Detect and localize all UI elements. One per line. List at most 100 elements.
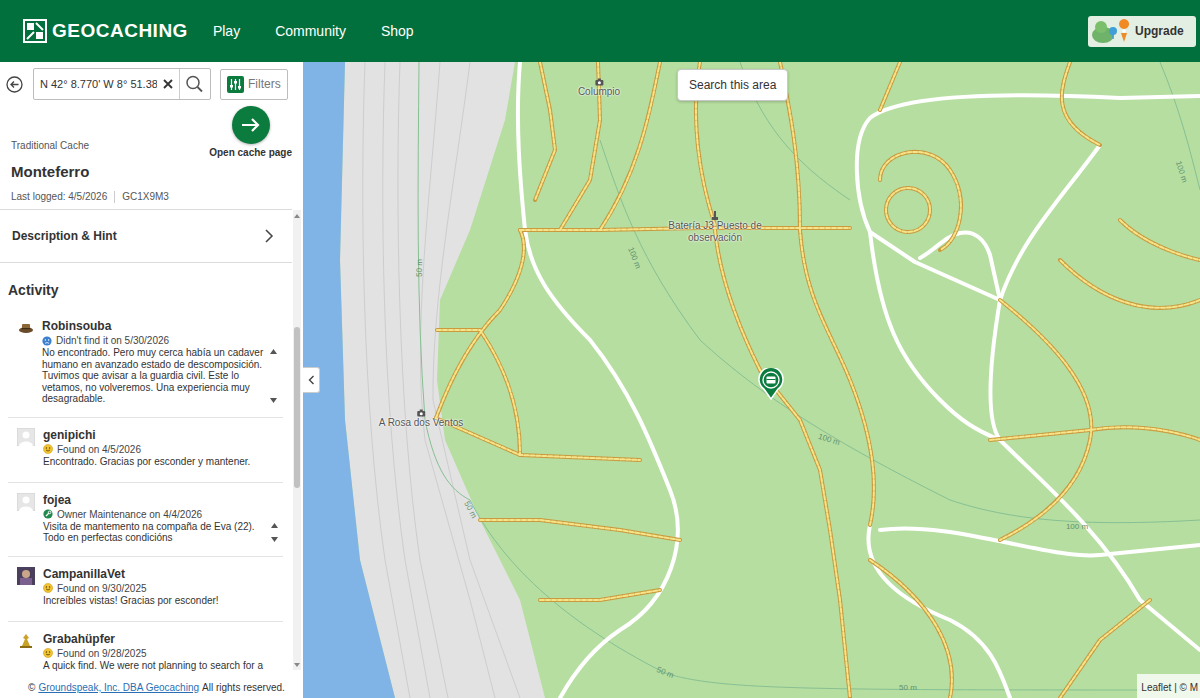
log-entry: Grabahüpfer Found on 9/28/2025 A quick f… — [8, 622, 283, 677]
logo[interactable]: GEOCACHING — [23, 19, 188, 43]
log-text: No encontrado. Pero muy cerca había un c… — [42, 347, 264, 405]
log-type: Found on 9/30/2025 — [57, 582, 147, 595]
map-attribution: Leaflet | © M — [1137, 674, 1200, 698]
scroll-up-icon[interactable] — [271, 523, 278, 528]
log-scroll[interactable] — [264, 347, 277, 405]
log-user[interactable]: fojea — [43, 493, 283, 508]
contour-label: 100 m — [624, 245, 643, 270]
log-text: Visita de mantemento na compaña de Eva (… — [43, 521, 265, 544]
search-input[interactable] — [34, 69, 159, 99]
nav-item[interactable]: Play — [213, 21, 240, 42]
last-logged: Last logged: 4/5/2026 — [11, 190, 107, 204]
log-type: Found on 4/5/2026 — [57, 443, 141, 456]
description-label: Description & Hint — [12, 227, 117, 245]
log-type-icon — [42, 336, 52, 346]
cache-panel: Filters Traditional Cache Monteferro Las… — [0, 62, 303, 698]
cache-summary: Traditional Cache Monteferro Last logged… — [0, 106, 292, 210]
scroll-up-icon[interactable] — [293, 212, 301, 220]
log-entry: CampanillaVet Found on 9/30/2025 Increíb… — [8, 557, 283, 622]
search-icon[interactable] — [180, 74, 210, 94]
upgrade-label: Upgrade — [1135, 22, 1184, 40]
search-area-label: Search this area — [689, 76, 776, 94]
poi-label: A Rosa dos Ventos — [379, 417, 464, 429]
log-type-icon — [43, 509, 53, 519]
log-user[interactable]: genipichi — [43, 428, 283, 443]
pins-icon — [1091, 17, 1131, 45]
log-type: Didn't find it on 5/30/2026 — [56, 334, 169, 347]
cache-name: Monteferro — [11, 162, 292, 182]
log-type-icon — [43, 583, 53, 593]
search-box — [33, 68, 211, 100]
poi[interactable]: Batería J3 Puesto de observación — [667, 211, 763, 244]
avatar[interactable] — [17, 567, 35, 585]
cache-meta: Last logged: 4/5/2026 GC1X9M3 — [11, 190, 292, 204]
main-nav: Play Community Shop — [213, 21, 414, 42]
filters-label: Filters — [248, 75, 281, 93]
log-type: Owner Maintenance on 4/4/2026 — [57, 508, 202, 521]
log-text: Encontrado. Gracias por esconder y mante… — [43, 456, 265, 470]
nav-item[interactable]: Shop — [381, 21, 414, 42]
contour-label: 50 m — [899, 682, 917, 694]
contour-label: 50 m — [414, 259, 427, 277]
log-entry: fojea Owner Maintenance on 4/4/2026 Visi… — [8, 483, 283, 557]
map[interactable]: 50 m 100 m 100 m 100 m 50 m 50 m 50 m 10… — [303, 62, 1200, 698]
avatar[interactable] — [18, 320, 34, 336]
top-bar: GEOCACHING Play Community Shop Upgrade — [0, 0, 1200, 62]
contour-label: 100 m — [817, 431, 842, 449]
poi[interactable]: A Rosa dos Ventos — [379, 409, 464, 429]
log-user[interactable]: CampanillaVet — [43, 567, 283, 582]
cache-pin-icon[interactable] — [758, 368, 784, 400]
scroll-down-icon[interactable] — [293, 661, 301, 669]
log-type-icon — [43, 648, 53, 658]
filters-button[interactable]: Filters — [220, 69, 288, 100]
sliders-icon — [227, 76, 244, 93]
log-type-icon — [43, 444, 53, 454]
footer: © Groundspeak, Inc. DBA Geocaching All r… — [0, 676, 303, 698]
contour-label: 100 m — [1172, 160, 1190, 185]
camera-icon — [416, 409, 425, 417]
log-text: Increíbles vistas! Gracias por esconder! — [43, 595, 265, 609]
avatar[interactable] — [17, 493, 35, 511]
copyright-symbol: © — [28, 680, 35, 695]
scroll-down-icon[interactable] — [270, 398, 277, 403]
log-entry: genipichi Found on 4/5/2026 Encontrado. … — [8, 418, 283, 483]
footer-link[interactable]: Groundspeak, Inc. DBA Geocaching — [38, 680, 199, 695]
back-icon[interactable] — [6, 76, 23, 93]
log-user[interactable]: Grabahüpfer — [43, 632, 283, 647]
log-type: Found on 9/28/2025 — [57, 647, 147, 660]
upgrade-button[interactable]: Upgrade — [1088, 16, 1196, 47]
activity-title: Activity — [8, 263, 292, 309]
avatar[interactable] — [17, 632, 35, 650]
clear-icon[interactable] — [159, 75, 177, 93]
avatar[interactable] — [17, 428, 35, 446]
attribution-text[interactable]: Leaflet | © M — [1141, 682, 1198, 693]
collapse-panel-button[interactable] — [303, 367, 320, 393]
poi-label: Columpio — [578, 86, 620, 98]
open-cache-label: Open cache page — [209, 147, 292, 159]
panel-scrollbar[interactable] — [293, 210, 301, 670]
monument-icon — [712, 211, 718, 220]
chevron-right-icon — [264, 229, 274, 243]
poi-label: Batería J3 Puesto de observación — [667, 220, 763, 244]
description-row[interactable]: Description & Hint — [0, 210, 292, 263]
contour-label: 50 m — [655, 664, 676, 682]
log-text: A quick find. We were not planning to se… — [43, 660, 265, 674]
map-canvas[interactable] — [303, 62, 1200, 698]
poi[interactable]: Columpio — [578, 78, 620, 98]
cache-code: GC1X9M3 — [122, 190, 169, 204]
search-area-button[interactable]: Search this area — [677, 69, 788, 101]
log-list: Robinsouba Didn't find it on 5/30/2026 N… — [8, 309, 283, 676]
scroll-up-icon[interactable] — [270, 349, 277, 354]
logo-icon — [23, 19, 47, 43]
camera-icon — [595, 78, 604, 86]
nav-item[interactable]: Community — [275, 21, 346, 42]
activity: Activity Robinsouba Didn't find it on 5/… — [0, 263, 292, 676]
chevron-left-icon — [308, 375, 315, 385]
log-user[interactable]: Robinsouba — [42, 319, 283, 334]
scroll-down-icon[interactable] — [271, 537, 278, 542]
open-cache-button[interactable]: Open cache page — [209, 106, 292, 159]
log-scroll[interactable] — [265, 521, 278, 544]
arrow-right-icon — [241, 117, 261, 133]
logo-text: GEOCACHING — [52, 19, 188, 43]
footer-rights: All rights reserved. — [202, 680, 285, 695]
